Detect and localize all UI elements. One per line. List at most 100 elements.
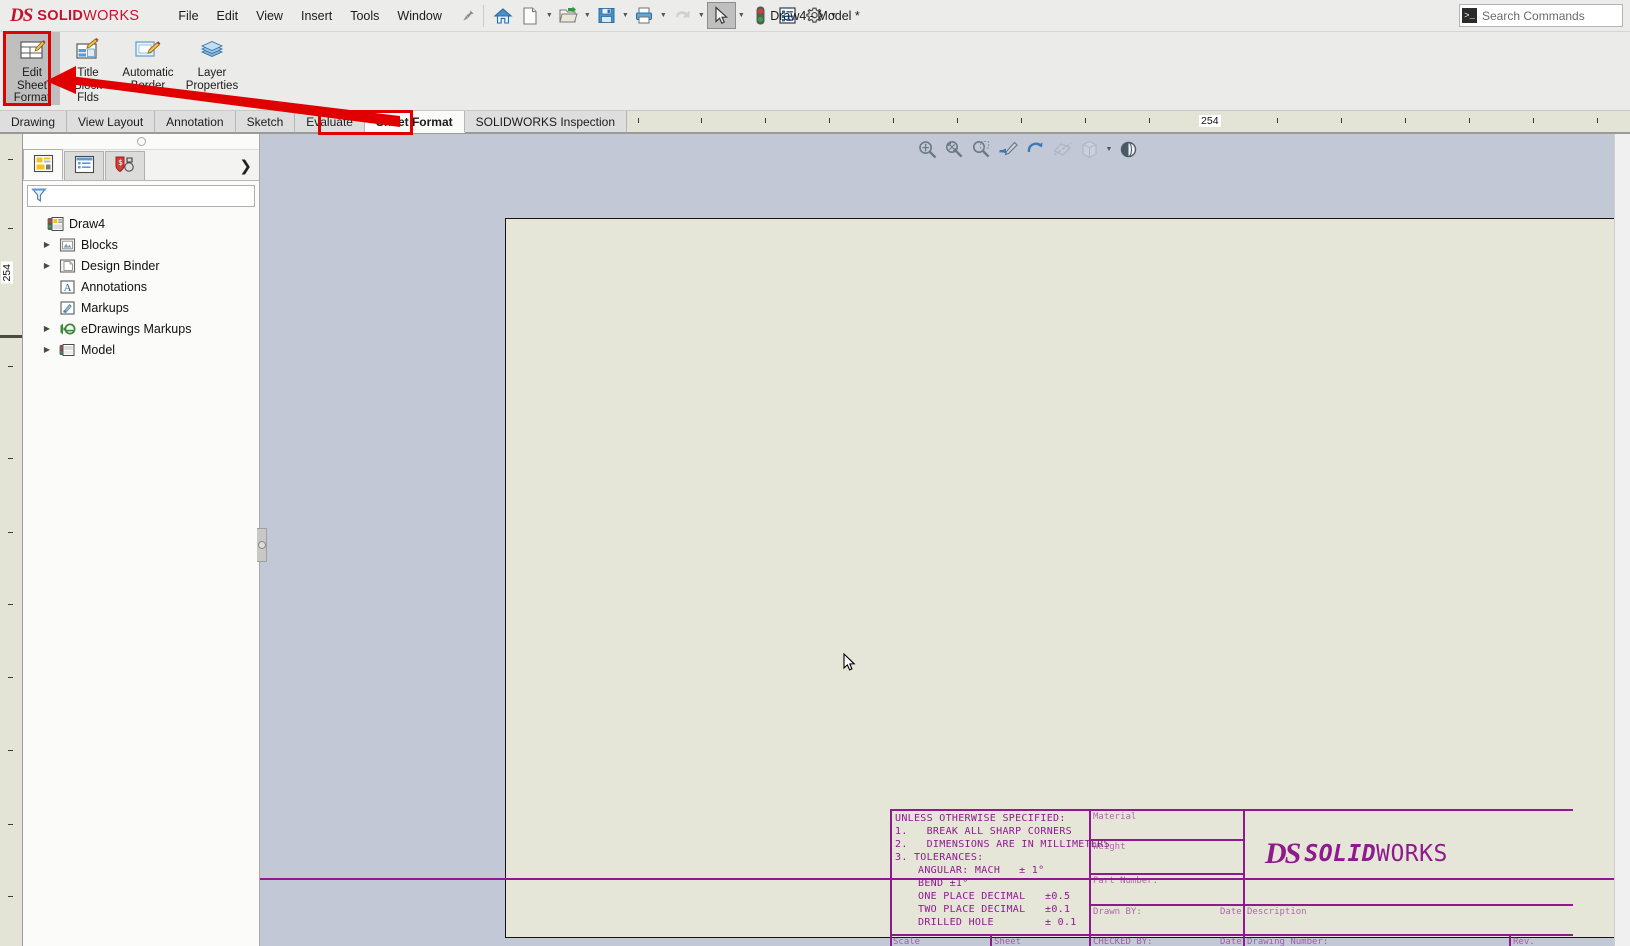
undo-dropdown[interactable]: ▼ (696, 3, 707, 28)
tab-feature-manager[interactable] (23, 149, 63, 180)
tree-item-design-binder[interactable]: ▶ Design Binder (27, 255, 259, 276)
field-drawn-by[interactable]: Drawn BY: (1093, 907, 1142, 917)
vertical-ruler[interactable]: 254 (0, 134, 23, 946)
vertical-scrollbar[interactable] (1614, 134, 1630, 946)
edit-sheet-format-icon (18, 37, 46, 65)
open-button[interactable] (555, 3, 582, 28)
main-body: 254 (0, 134, 1630, 946)
tree-item-blocks[interactable]: ▶ Blocks (27, 234, 259, 255)
tree-arrow[interactable]: ▶ (41, 324, 53, 333)
options-list-button[interactable] (774, 3, 801, 28)
menu-tools[interactable]: Tools (341, 5, 388, 27)
field-sheet[interactable]: Sheet (994, 937, 1021, 946)
tab-drawing[interactable]: Drawing (0, 111, 67, 133)
print-dropdown[interactable]: ▼ (658, 3, 669, 28)
tree-item-markups[interactable]: Markups (27, 297, 259, 318)
previous-view-button[interactable] (996, 138, 1021, 161)
field-revision[interactable]: Rev. (1513, 937, 1535, 946)
zoom-to-fit-button[interactable] (915, 138, 940, 161)
tab-solidworks-inspection[interactable]: SOLIDWORKS Inspection (465, 111, 627, 133)
tab-annotation[interactable]: Annotation (155, 111, 235, 133)
tab-evaluate[interactable]: Evaluate (295, 111, 365, 133)
drawing-sheet[interactable]: UNLESS OTHERWISE SPECIFIED: 1. BREAK ALL… (505, 218, 1614, 938)
tree-item-label: eDrawings Markups (81, 322, 191, 336)
command-manager-ribbon: Edit Sheet Format Title Block Flds (0, 32, 1630, 111)
drawing-canvas[interactable]: ▼ (260, 134, 1614, 946)
feature-filter-input[interactable] (27, 185, 255, 207)
field-description[interactable]: Description (1247, 907, 1307, 917)
zoom-to-area-button[interactable] (942, 138, 967, 161)
mouse-cursor (843, 653, 856, 675)
ruler-label-horizontal: 254 (1199, 115, 1221, 127)
tb-rule (1089, 873, 1243, 875)
tab-view-layout[interactable]: View Layout (67, 111, 155, 133)
tb-tol-3-label: TWO PLACE DECIMAL (918, 904, 1025, 916)
field-checked-by[interactable]: CHECKED BY: (1093, 937, 1153, 946)
menu-bar: DS SOLIDWORKS File Edit View Insert Tool… (0, 0, 1630, 32)
tb-rule (890, 809, 1573, 811)
chevron-right-icon[interactable]: ❯ (239, 157, 252, 175)
tree-item-draw4[interactable]: Draw4 (27, 213, 259, 234)
field-checked-date[interactable]: Date (1220, 937, 1242, 946)
undo-button[interactable] (669, 3, 696, 28)
tab-sketch[interactable]: Sketch (236, 111, 296, 133)
panel-grip[interactable] (23, 134, 259, 150)
view-orientation-dropdown[interactable]: ▼ (1104, 138, 1114, 161)
menu-edit[interactable]: Edit (208, 5, 248, 27)
field-drawn-date[interactable]: Date (1220, 907, 1242, 917)
tree-arrow[interactable]: ▶ (41, 261, 53, 270)
brand-solid-text: SOLID (37, 8, 83, 24)
tree-item-label: Blocks (81, 238, 118, 252)
drawing-document-icon (46, 216, 64, 232)
feature-tree: Draw4 ▶ Blocks ▶ Design Binder (23, 207, 259, 946)
select-dropdown[interactable]: ▼ (736, 3, 747, 28)
settings-gear-button[interactable] (801, 3, 828, 28)
tree-arrow[interactable]: ▶ (41, 240, 53, 249)
quick-access-toolbar: ▼ ▼ ▼ ▼ ▼ ▼ (490, 2, 839, 29)
tab-property-manager[interactable] (64, 151, 104, 180)
view-orientation-button[interactable] (1077, 138, 1102, 161)
rebuild-button[interactable] (747, 3, 774, 28)
panel-splitter-handle[interactable] (257, 528, 267, 562)
rotate-view-button[interactable] (1023, 138, 1048, 161)
tab-dimxpert-manager[interactable]: $ (105, 151, 145, 180)
save-dropdown[interactable]: ▼ (620, 3, 631, 28)
settings-dropdown[interactable]: ▼ (828, 3, 839, 28)
section-view-button[interactable] (1050, 138, 1075, 161)
blocks-folder-icon (58, 237, 76, 253)
menu-file[interactable]: File (169, 5, 207, 27)
menu-view[interactable]: View (247, 5, 292, 27)
zoom-in-out-button[interactable] (969, 138, 994, 161)
tree-item-annotations[interactable]: A Annotations (27, 276, 259, 297)
field-material[interactable]: Material (1093, 812, 1136, 822)
pin-icon[interactable] (459, 7, 477, 25)
title-block-fields-button[interactable]: Title Block Flds (60, 32, 116, 105)
home-button[interactable] (490, 3, 517, 28)
field-drawing-number[interactable]: Drawing Number: (1247, 937, 1328, 946)
layer-properties-button[interactable]: Layer Properties (180, 32, 244, 92)
tree-item-label: Draw4 (69, 217, 105, 231)
select-button[interactable] (707, 2, 736, 29)
display-style-button[interactable] (1116, 138, 1141, 161)
edit-sheet-format-label-3: Format (14, 92, 50, 105)
menu-window[interactable]: Window (388, 5, 450, 27)
new-document-dropdown[interactable]: ▼ (544, 3, 555, 28)
edit-sheet-format-button[interactable]: Edit Sheet Format (4, 32, 60, 105)
menu-insert[interactable]: Insert (292, 5, 341, 27)
tree-item-model[interactable]: ▶ Model (27, 339, 259, 360)
save-button[interactable] (593, 3, 620, 28)
horizontal-ruler[interactable]: 254 (627, 111, 1630, 133)
new-document-button[interactable] (517, 3, 544, 28)
title-block-label-2: Block (74, 80, 102, 93)
tree-item-edrawings-markups[interactable]: ▶ eDrawings Markups (27, 318, 259, 339)
automatic-border-button[interactable]: Automatic Border (116, 32, 180, 92)
tree-arrow[interactable]: ▶ (41, 345, 53, 354)
open-dropdown[interactable]: ▼ (582, 3, 593, 28)
search-commands-box[interactable]: >_ Search Commands (1459, 4, 1623, 27)
field-weight[interactable]: Weight (1093, 842, 1126, 852)
display-style-dropdown[interactable] (1143, 138, 1153, 161)
search-input[interactable]: Search Commands (1482, 9, 1585, 23)
field-scale[interactable]: Scale (893, 937, 920, 946)
print-button[interactable] (631, 3, 658, 28)
tab-sheet-format[interactable]: Sheet Format (365, 111, 465, 133)
